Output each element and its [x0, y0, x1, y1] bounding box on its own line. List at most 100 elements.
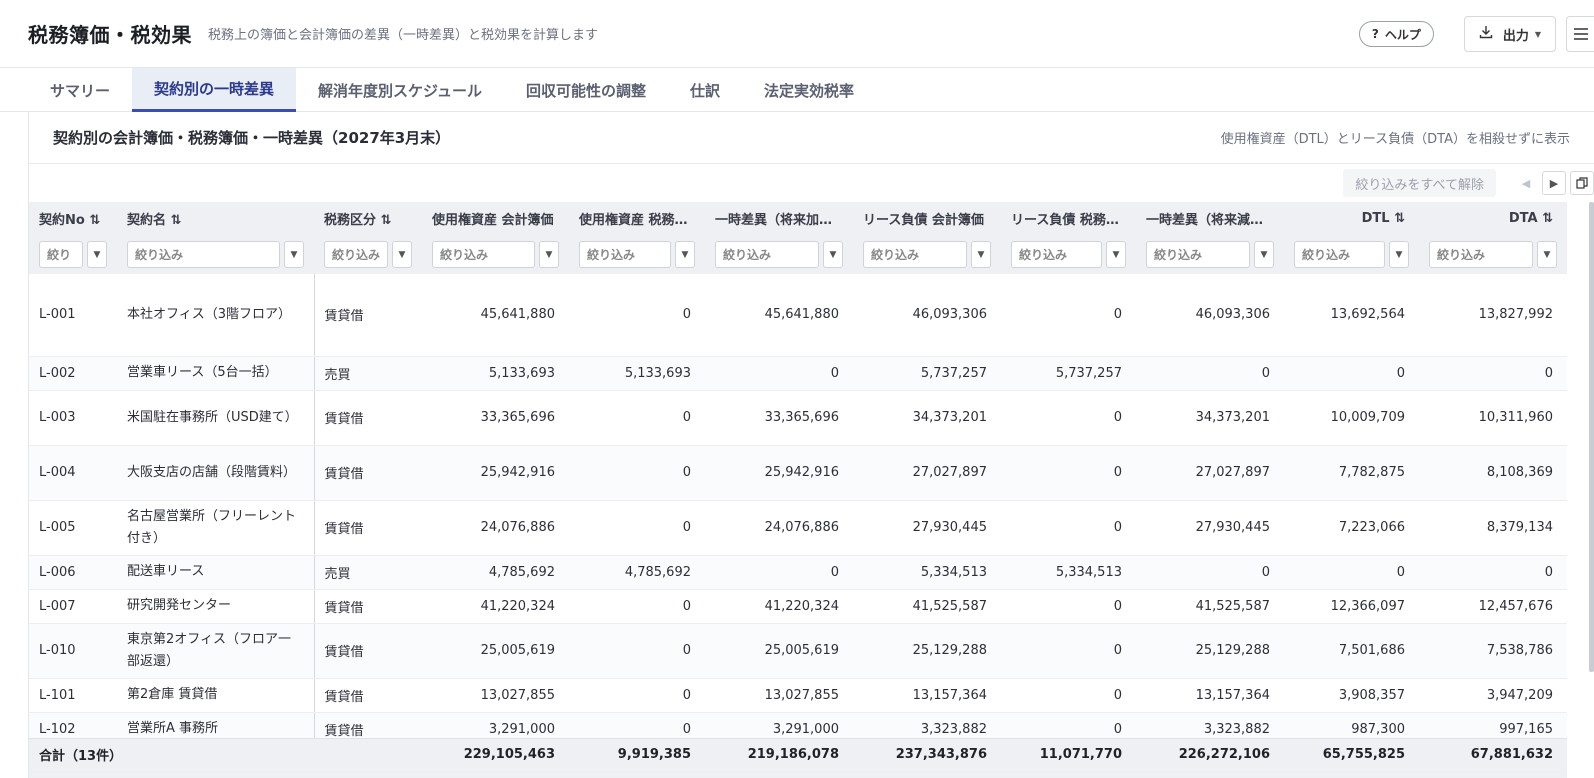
table-cell: 研究開発センター [117, 589, 314, 624]
filter-dropdown-icon[interactable]: ▼ [1254, 241, 1274, 268]
totals-cell: 229,105,463 [422, 739, 569, 772]
column-filter-input[interactable]: 絞り込み [715, 241, 819, 268]
column-filter-input[interactable]: 絞り込み [863, 241, 967, 268]
column-header[interactable]: リース負債 会計簿価 [853, 202, 1001, 235]
table-cell: 5,334,513 [853, 555, 1001, 590]
column-filter-input[interactable]: 絞り込み [324, 241, 388, 268]
column-filter-input[interactable]: 絞り込み [1011, 241, 1102, 268]
table-row[interactable]: L-005 名古屋営業所（フリーレント付き） 賃貸借 24,076,886 0 24,07… [29, 500, 1567, 556]
table-cell: 営業車リース（5台一括） [117, 356, 314, 391]
page-header: 税務簿価・税効果 税務上の簿価と会計簿価の差異（一時差異）と税効果を計算します … [0, 0, 1594, 68]
table-row[interactable]: L-101 第2倉庫 賃貸借 賃貸借 13,027,855 0 13,027,855 13,… [29, 678, 1567, 713]
tab-temporary-differences[interactable]: 契約別の一時差異 [132, 68, 297, 112]
copy-icon[interactable] [1570, 171, 1594, 195]
table-cell: L-102 [29, 712, 117, 738]
scroll-left-icon[interactable]: ◀ [1514, 171, 1538, 195]
table-row[interactable]: L-102 営業所A 事務所 賃貸借 3,291,000 0 3,291,000 3,323… [29, 712, 1567, 738]
table-cell: 0 [569, 589, 705, 624]
table-cell: 賃貸借 [313, 274, 422, 357]
table-cell: 米国駐在事務所（USD建て） [117, 390, 314, 446]
table-cell: 997,165 [1419, 712, 1567, 738]
table-cell: 5,737,257 [853, 356, 1001, 391]
table-cell: 27,027,897 [1136, 445, 1284, 501]
filter-dropdown-icon[interactable]: ▼ [87, 241, 107, 268]
table-cell: 27,930,445 [1136, 500, 1284, 556]
table-row[interactable]: L-010 東京第2オフィス（フロア一部返還） 賃貸借 25,005,619 0 25,0… [29, 623, 1567, 679]
filter-dropdown-icon[interactable]: ▼ [1106, 241, 1126, 268]
table-row[interactable]: L-006 配送車リース 売買 4,785,692 4,785,692 0 5,334,51… [29, 555, 1567, 590]
table-cell: 25,005,619 [705, 623, 853, 679]
tab-tax-rate[interactable]: 法定実効税率 [742, 68, 876, 112]
filter-dropdown-icon[interactable]: ▼ [675, 241, 695, 268]
clear-filters-button[interactable]: 絞り込みをすべて解除 [1343, 169, 1496, 197]
table-cell: 4,785,692 [422, 555, 569, 590]
column-header[interactable]: 税務区分 ⇅ [314, 202, 422, 235]
table-cell: 0 [705, 356, 853, 391]
totals-cell: 237,343,876 [853, 739, 1001, 772]
filter-dropdown-icon[interactable]: ▼ [539, 241, 559, 268]
filter-dropdown-icon[interactable]: ▼ [971, 241, 991, 268]
filter-dropdown-icon[interactable]: ▼ [1537, 241, 1557, 268]
hamburger-icon[interactable] [1566, 16, 1594, 52]
table-cell: 13,157,364 [1136, 678, 1284, 713]
table-cell: 賃貸借 [313, 390, 422, 446]
column-header[interactable]: 使用権資産 税務簿価 [569, 202, 705, 235]
table-row[interactable]: L-002 営業車リース（5台一括） 売買 5,133,693 5,133,693 0 5,… [29, 356, 1567, 391]
filter-dropdown-icon[interactable]: ▼ [1389, 241, 1409, 268]
help-button[interactable]: ? ヘルプ [1358, 21, 1434, 47]
table-cell: 賃貸借 [313, 623, 422, 679]
table-cell: 0 [1136, 555, 1284, 590]
totals-label: 合計（13件） [29, 739, 117, 772]
table-cell: L-101 [29, 678, 117, 713]
tab-summary[interactable]: サマリー [28, 68, 132, 112]
column-header[interactable]: 契約No ⇅ [29, 202, 117, 235]
tab-journal[interactable]: 仕訳 [668, 68, 742, 112]
table-cell: 賃貸借 [313, 500, 422, 556]
column-header[interactable]: DTA ⇅ [1419, 202, 1567, 235]
filter-dropdown-icon[interactable]: ▼ [823, 241, 843, 268]
totals-cell [117, 739, 314, 772]
column-header[interactable]: 契約名 ⇅ [117, 202, 314, 235]
column-filter-input[interactable]: 絞り込み [432, 241, 535, 268]
table-cell: 3,323,882 [853, 712, 1001, 738]
table-cell: 0 [1001, 589, 1136, 624]
table-cell: 0 [1001, 274, 1136, 357]
table-row[interactable]: L-003 米国駐在事務所（USD建て） 賃貸借 33,365,696 0 33,365,… [29, 390, 1567, 446]
help-label: ヘルプ [1384, 27, 1421, 42]
table-cell: 41,525,587 [1136, 589, 1284, 624]
column-filter-input[interactable]: 絞り込み [1146, 241, 1250, 268]
table-cell: L-007 [29, 589, 117, 624]
table-cell: 0 [1001, 500, 1136, 556]
table-cell: 41,525,587 [853, 589, 1001, 624]
column-header[interactable]: 使用権資産 会計簿価 [422, 202, 569, 235]
table-cell: 0 [1136, 356, 1284, 391]
column-filter-input[interactable]: 絞り込み [1429, 241, 1533, 268]
table-cell: 13,157,364 [853, 678, 1001, 713]
tab-reversal-schedule[interactable]: 解消年度別スケジュール [296, 68, 504, 112]
scroll-right-icon[interactable]: ▶ [1542, 171, 1566, 195]
export-button[interactable]: 出力 ▼ [1463, 16, 1556, 52]
column-filter-input[interactable]: 絞り込み [579, 241, 671, 268]
filter-dropdown-icon[interactable]: ▼ [284, 241, 304, 268]
column-header[interactable]: 一時差異（将来加算） [705, 202, 853, 235]
table-cell: 配送車リース [117, 555, 314, 590]
table-row[interactable]: L-001 本社オフィス（3階フロア） 賃貸借 45,641,880 0 45,641,8… [29, 274, 1567, 357]
table-row[interactable]: L-004 大阪支店の店舗（段階賃料） 賃貸借 25,942,916 0 25,942,9… [29, 445, 1567, 501]
column-filter-input[interactable]: 絞り込み [1294, 241, 1385, 268]
tab-recoverability[interactable]: 回収可能性の調整 [504, 68, 668, 112]
export-label: 出力 [1502, 28, 1529, 44]
help-icon: ? [1371, 27, 1379, 41]
table-cell: 0 [569, 274, 705, 357]
vertical-scrollbar[interactable] [1589, 202, 1594, 672]
column-header[interactable]: 一時差異（将来減算） [1136, 202, 1284, 235]
table-cell: 0 [1001, 623, 1136, 679]
table-row[interactable]: L-007 研究開発センター 賃貸借 41,220,324 0 41,220,324 41,… [29, 589, 1567, 624]
column-filter-input[interactable]: 絞り込み [127, 241, 280, 268]
filter-dropdown-icon[interactable]: ▼ [392, 241, 412, 268]
table-cell: 3,947,209 [1419, 678, 1567, 713]
column-header[interactable]: DTL ⇅ [1284, 202, 1419, 235]
table-cell: 10,311,960 [1419, 390, 1567, 446]
column-filter-input[interactable]: 絞り [39, 241, 83, 268]
column-header[interactable]: リース負債 税務簿価 [1001, 202, 1136, 235]
table-cell: 25,129,288 [853, 623, 1001, 679]
